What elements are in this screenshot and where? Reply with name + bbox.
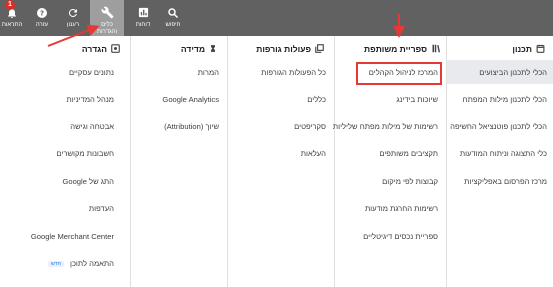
annotation-arrows [47, 14, 405, 47]
arrow-to-tools [47, 24, 100, 47]
